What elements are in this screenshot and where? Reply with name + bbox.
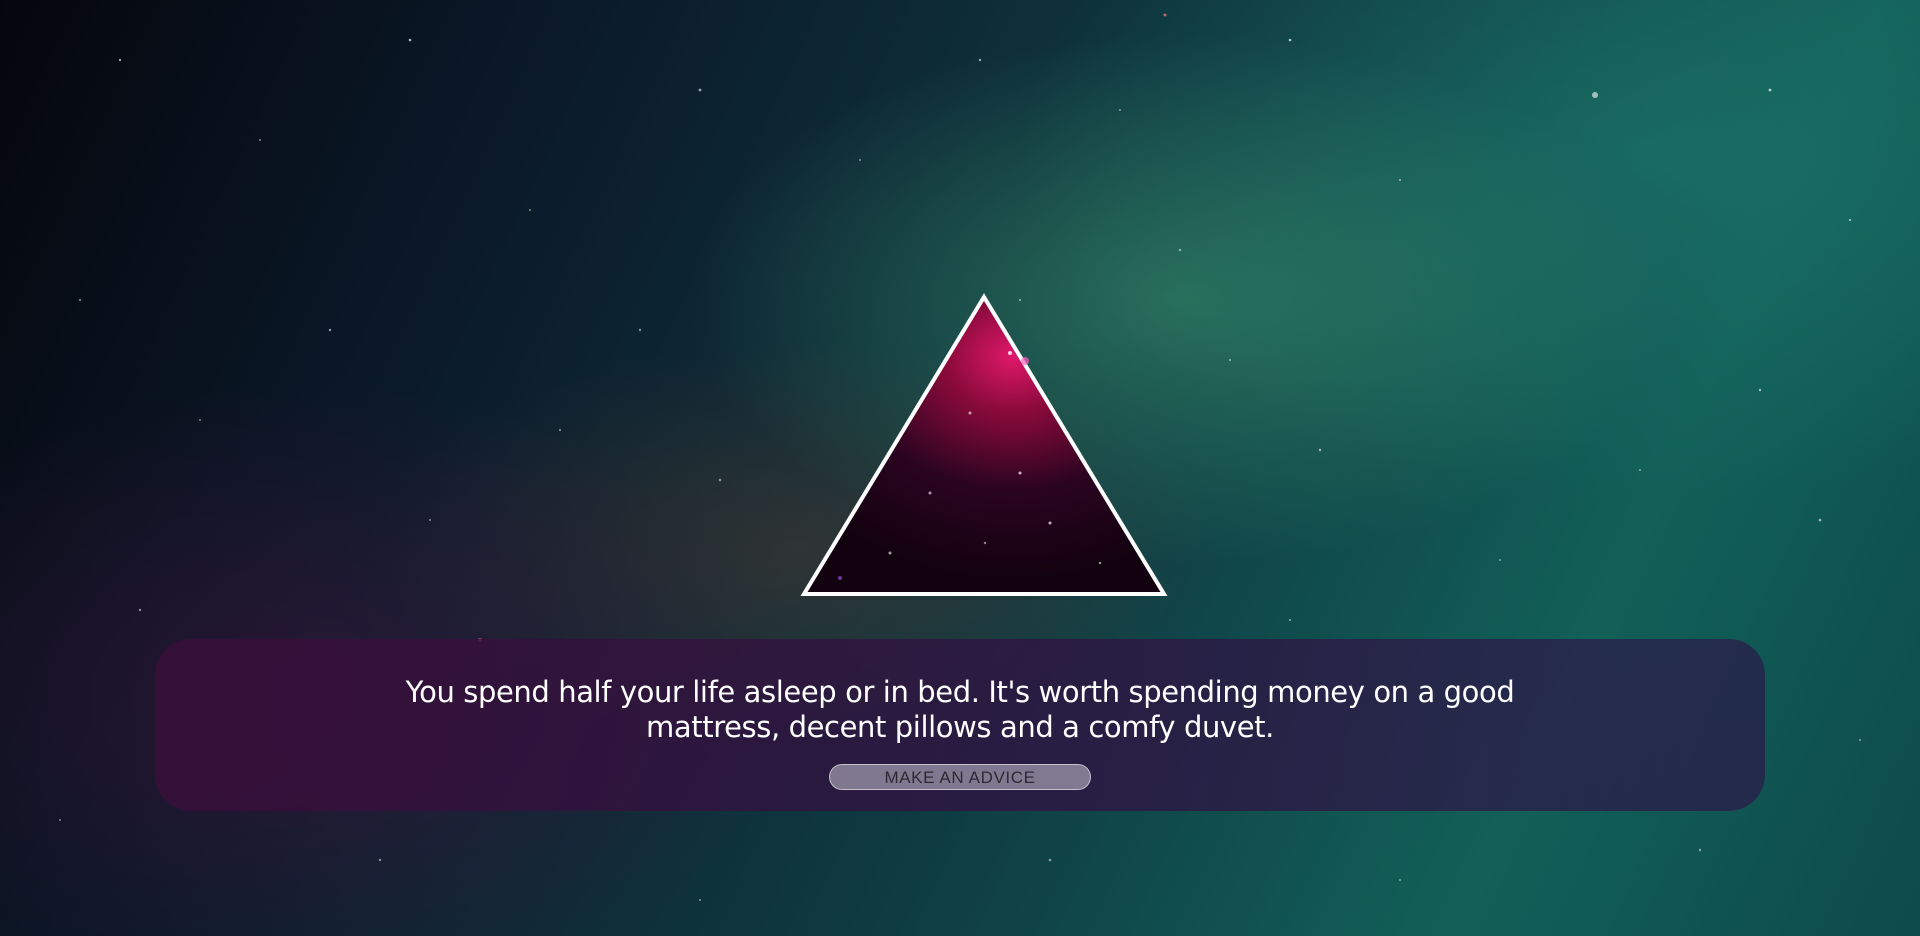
- triangle-galaxy-logo: [800, 293, 1168, 596]
- triangle-logo: [800, 293, 1168, 598]
- advice-text: You spend half your life asleep or in be…: [405, 675, 1515, 744]
- make-advice-button[interactable]: MAKE AN ADVICE: [829, 764, 1091, 790]
- advice-panel: You spend half your life asleep or in be…: [155, 639, 1765, 811]
